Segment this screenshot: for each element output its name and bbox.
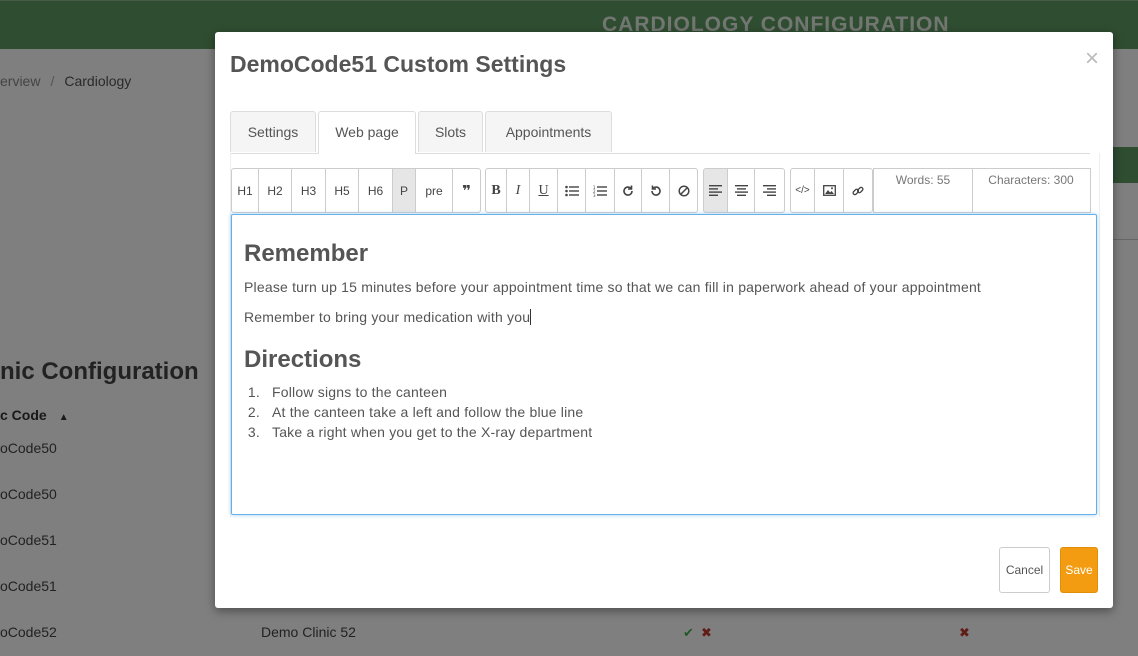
h2-button[interactable]: H2 bbox=[259, 168, 292, 213]
word-count: Words: 55 bbox=[873, 168, 973, 213]
bulleted-list-icon[interactable] bbox=[558, 168, 586, 213]
heading-button-group: H1 H2 H3 H5 H6 P pre ❞ bbox=[231, 168, 481, 213]
blockquote-icon[interactable]: ❞ bbox=[453, 168, 481, 213]
list-item: 1. Follow signs to the canteen bbox=[232, 382, 592, 402]
list-item: 2. At the canteen take a left and follow … bbox=[232, 402, 592, 422]
close-icon[interactable]: × bbox=[1085, 45, 1099, 73]
clear-format-icon[interactable] bbox=[670, 168, 698, 213]
character-count: Characters: 300 bbox=[972, 168, 1091, 213]
insert-button-group: </> bbox=[790, 168, 873, 213]
content-paragraph-text: Remember to bring your medication with y… bbox=[244, 309, 531, 325]
svg-text:3: 3 bbox=[593, 193, 596, 197]
tab-slots[interactable]: Slots bbox=[418, 111, 483, 152]
content-paragraph: Please turn up 15 minutes before your ap… bbox=[244, 279, 982, 295]
format-button-group: B I U 123 bbox=[485, 168, 698, 213]
list-item: 3. Take a right when you get to the X-ray… bbox=[232, 422, 592, 442]
modal-title: DemoCode51 Custom Settings bbox=[230, 51, 567, 77]
directions-list: 1. Follow signs to the canteen 2. At the c… bbox=[232, 382, 592, 442]
list-item-text: Take a right when you get to the X-ray d… bbox=[272, 424, 593, 440]
tab-bar: Settings Web page Slots Appointments bbox=[230, 111, 1090, 154]
h6-button[interactable]: H6 bbox=[359, 168, 393, 213]
align-left-icon[interactable] bbox=[703, 168, 728, 213]
content-heading-directions: Directions bbox=[244, 346, 362, 373]
align-right-icon[interactable] bbox=[755, 168, 785, 213]
h1-button[interactable]: H1 bbox=[231, 168, 259, 213]
h5-button[interactable]: H5 bbox=[326, 168, 359, 213]
align-center-icon[interactable] bbox=[728, 168, 755, 213]
undo-icon[interactable] bbox=[642, 168, 670, 213]
paragraph-button[interactable]: P bbox=[393, 168, 416, 213]
text-caret bbox=[530, 309, 532, 325]
save-button[interactable]: Save bbox=[1060, 547, 1098, 593]
tab-appointments[interactable]: Appointments bbox=[485, 111, 612, 152]
content-paragraph-medication: Remember to bring your medication with y… bbox=[244, 309, 532, 325]
list-number: 1. bbox=[247, 384, 260, 400]
tab-web-page[interactable]: Web page bbox=[318, 111, 416, 154]
numbered-list-icon[interactable]: 123 bbox=[586, 168, 615, 213]
rich-text-editor[interactable]: Remember Please turn up 15 minutes befor… bbox=[231, 214, 1097, 515]
list-item-text: At the canteen take a left and follow th… bbox=[272, 404, 584, 420]
list-number: 2. bbox=[247, 404, 260, 420]
code-view-icon[interactable]: </> bbox=[790, 168, 815, 213]
italic-icon[interactable]: I bbox=[507, 168, 530, 213]
bold-icon[interactable]: B bbox=[485, 168, 507, 213]
redo-icon[interactable] bbox=[615, 168, 642, 213]
h3-button[interactable]: H3 bbox=[292, 168, 326, 213]
underline-icon[interactable]: U bbox=[530, 168, 558, 213]
image-icon[interactable] bbox=[815, 168, 844, 213]
list-number: 3. bbox=[247, 424, 260, 440]
custom-settings-modal: DemoCode51 Custom Settings × Settings We… bbox=[215, 32, 1113, 608]
list-item-text: Follow signs to the canteen bbox=[272, 384, 448, 400]
content-heading-remember: Remember bbox=[244, 240, 369, 267]
cancel-button[interactable]: Cancel bbox=[999, 547, 1050, 593]
link-icon[interactable] bbox=[844, 168, 873, 213]
align-button-group bbox=[703, 168, 785, 213]
pre-button[interactable]: pre bbox=[416, 168, 453, 213]
tab-settings[interactable]: Settings bbox=[230, 111, 316, 152]
